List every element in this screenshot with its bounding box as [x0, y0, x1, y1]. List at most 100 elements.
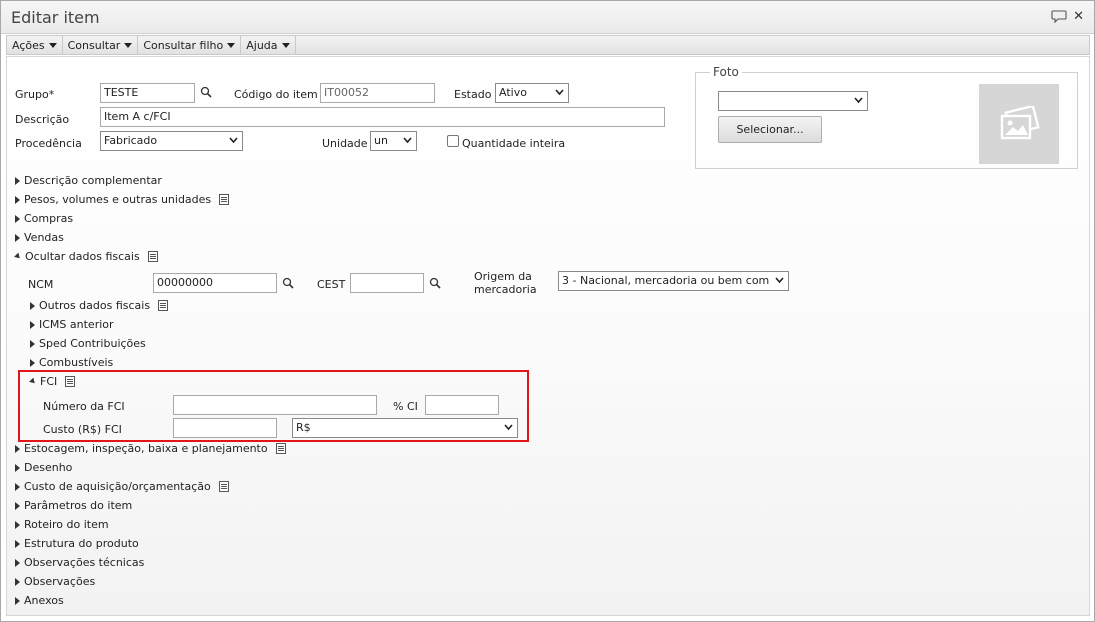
subsection-fci[interactable]: FCI — [29, 375, 76, 388]
menu-bar: Ações Consultar Consultar filho Ajuda — [6, 35, 1090, 55]
custo-fci-input[interactable] — [173, 418, 277, 438]
cest-input[interactable] — [350, 273, 424, 293]
expand-arrow-icon — [15, 176, 20, 185]
numero-fci-label: Número da FCI — [43, 400, 125, 413]
grupo-label: Grupo* — [15, 88, 55, 101]
ci-input[interactable] — [425, 395, 499, 415]
descricao-input[interactable]: Item A c/FCI — [100, 107, 665, 127]
menu-consultar-filho[interactable]: Consultar filho — [138, 36, 242, 54]
menu-consultar-label: Consultar — [67, 38, 121, 52]
unidade-label: Unidade — [322, 137, 368, 150]
codigo-input[interactable]: IT00052 — [320, 83, 435, 103]
origem-label-line1: Origem da — [474, 270, 532, 283]
section-label: Roteiro do item — [24, 518, 109, 531]
close-icon[interactable]: ✕ — [1073, 9, 1084, 24]
section-roteiro[interactable]: Roteiro do item — [15, 518, 109, 531]
section-estrutura[interactable]: Estrutura do produto — [15, 537, 139, 550]
subsection-combustiveis[interactable]: Combustíveis — [30, 356, 113, 369]
moeda-select-value: R$ — [296, 421, 311, 434]
expand-arrow-icon — [15, 577, 20, 586]
chevron-down-icon — [124, 42, 133, 48]
procedencia-label: Procedência — [15, 137, 82, 150]
chat-icon[interactable] — [1051, 9, 1067, 24]
numero-fci-input[interactable] — [173, 395, 377, 415]
chevron-down-icon — [281, 42, 290, 48]
expand-arrow-icon — [15, 520, 20, 529]
image-icon — [1000, 106, 1040, 140]
menu-acoes[interactable]: Ações — [7, 36, 63, 54]
section-pesos-volumes[interactable]: Pesos, volumes e outras unidades — [15, 193, 230, 206]
section-estocagem[interactable]: Estocagem, inspeção, baixa e planejament… — [15, 442, 286, 455]
expand-arrow-icon — [15, 195, 20, 204]
section-label: Sped Contribuições — [39, 337, 146, 350]
custo-fci-label: Custo (R$) FCI — [43, 423, 122, 436]
search-icon[interactable] — [282, 277, 294, 289]
unidade-select[interactable]: un — [370, 131, 417, 151]
chevron-down-icon — [403, 137, 412, 144]
grupo-input[interactable]: TESTE — [100, 83, 195, 103]
section-vendas[interactable]: Vendas — [15, 231, 64, 244]
chevron-down-icon — [504, 424, 513, 431]
window-title: Editar item — [11, 8, 100, 27]
unidade-select-value: un — [374, 134, 388, 147]
section-anexos[interactable]: Anexos — [15, 594, 64, 607]
procedencia-select[interactable]: Fabricado — [100, 131, 243, 151]
section-parametros[interactable]: Parâmetros do item — [15, 499, 132, 512]
edit-item-window: Editar item ✕ Ações Consultar Consultar … — [0, 0, 1095, 622]
chevron-down-icon — [227, 42, 236, 48]
foto-select[interactable] — [718, 91, 868, 111]
expand-arrow-icon — [30, 339, 35, 348]
document-icon — [275, 443, 286, 454]
section-custo-aquisicao[interactable]: Custo de aquisição/orçamentação — [15, 480, 229, 493]
document-icon — [218, 481, 229, 492]
estado-select[interactable]: Ativo — [495, 83, 569, 103]
origem-select[interactable]: 3 - Nacional, mercadoria ou bem com — [558, 271, 789, 291]
section-label: Custo de aquisição/orçamentação — [24, 480, 211, 493]
menu-ajuda[interactable]: Ajuda — [241, 36, 296, 54]
search-icon[interactable] — [429, 277, 441, 289]
section-label: Combustíveis — [39, 356, 114, 369]
chevron-down-icon — [854, 97, 863, 104]
chevron-down-icon — [48, 42, 57, 48]
subsection-icms-anterior[interactable]: ICMS anterior — [30, 318, 114, 331]
estado-select-value: Ativo — [499, 86, 527, 99]
section-label: FCI — [40, 375, 58, 388]
subsection-outros-dados-fiscais[interactable]: Outros dados fiscais — [30, 299, 169, 312]
search-icon[interactable] — [200, 86, 212, 98]
menu-consultar-filho-label: Consultar filho — [143, 38, 224, 52]
expand-arrow-icon — [15, 463, 20, 472]
quantidade-inteira-checkbox[interactable] — [447, 135, 459, 147]
section-ocultar-dados-fiscais[interactable]: Ocultar dados fiscais — [14, 250, 158, 263]
section-desenho[interactable]: Desenho — [15, 461, 72, 474]
ncm-input[interactable]: 00000000 — [153, 273, 277, 293]
section-label: Pesos, volumes e outras unidades — [24, 193, 212, 206]
menu-acoes-label: Ações — [12, 38, 45, 52]
foto-legend: Foto — [710, 65, 742, 79]
procedencia-select-value: Fabricado — [104, 134, 158, 147]
cest-label: CEST — [317, 278, 346, 291]
ci-label: % CI — [393, 400, 418, 413]
document-icon — [158, 300, 169, 311]
document-icon — [147, 251, 158, 262]
document-icon — [65, 376, 76, 387]
section-observacoes-tecnicas[interactable]: Observações técnicas — [15, 556, 144, 569]
section-label: Parâmetros do item — [24, 499, 133, 512]
origem-label-line2: mercadoria — [474, 283, 537, 296]
section-label: ICMS anterior — [39, 318, 114, 331]
expand-arrow-icon — [30, 358, 35, 367]
section-observacoes[interactable]: Observações — [15, 575, 95, 588]
expand-arrow-icon — [15, 539, 20, 548]
ncm-label: NCM — [28, 278, 54, 291]
moeda-select[interactable]: R$ — [292, 418, 518, 438]
section-descricao-complementar[interactable]: Descrição complementar — [15, 174, 162, 187]
subsection-sped-contribuicoes[interactable]: Sped Contribuições — [30, 337, 146, 350]
selecionar-button[interactable]: Selecionar... — [718, 116, 822, 143]
expand-arrow-icon — [15, 558, 20, 567]
menu-ajuda-label: Ajuda — [246, 38, 278, 52]
section-compras[interactable]: Compras — [15, 212, 73, 225]
estado-label: Estado — [454, 88, 492, 101]
expand-arrow-icon — [15, 233, 20, 242]
menu-consultar[interactable]: Consultar — [63, 36, 139, 54]
section-label: Descrição complementar — [24, 174, 162, 187]
section-label: Desenho — [24, 461, 73, 474]
